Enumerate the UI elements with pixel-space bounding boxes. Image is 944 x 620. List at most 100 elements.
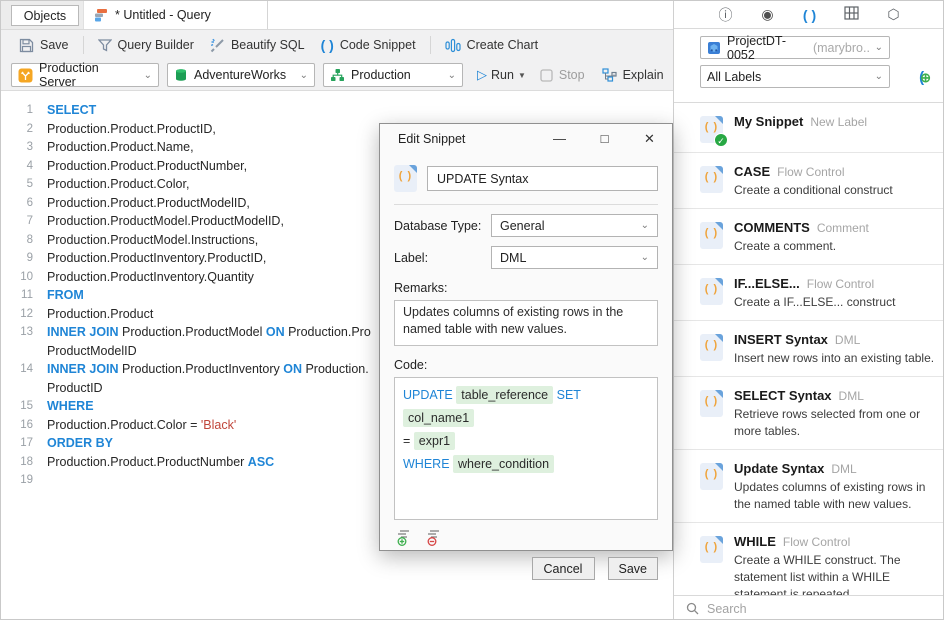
snippet-text: CASEFlow ControlCreate a conditional con… xyxy=(734,164,893,199)
tab-query-active[interactable]: * Untitled - Query xyxy=(83,1,268,29)
sql-text: Production.Product.Color, xyxy=(47,177,189,191)
database-type-select[interactable]: General ⌄ xyxy=(491,214,658,237)
sql-keyword: INNER JOIN xyxy=(47,362,119,376)
save-button[interactable]: Save xyxy=(11,33,77,57)
dialog-title: Edit Snippet xyxy=(398,132,465,146)
server-select[interactable]: Production Server ⌄ xyxy=(11,63,159,87)
snippet-title: WHILEFlow Control xyxy=(734,534,935,549)
toolbar-separator xyxy=(430,36,431,54)
info-icon[interactable]: ⓘ xyxy=(717,5,735,25)
cancel-label: Cancel xyxy=(544,562,583,576)
line-number: 13 xyxy=(1,323,47,342)
remove-placeholder-icon[interactable] xyxy=(426,529,444,546)
snippet-title: IF...ELSE...Flow Control xyxy=(734,276,895,291)
tab-query-label: * Untitled - Query xyxy=(115,8,211,22)
snippet-item[interactable]: ( )IF...ELSE...Flow ControlCreate a IF..… xyxy=(674,265,944,321)
query-builder-button[interactable]: Query Builder xyxy=(90,33,202,57)
code-line: WHERE where_condition xyxy=(403,453,649,476)
remarks-textarea[interactable]: Updates columns of existing rows in the … xyxy=(394,300,658,346)
line-content: ProductID xyxy=(47,379,103,398)
line-number: 19 xyxy=(1,471,47,490)
cancel-button[interactable]: Cancel xyxy=(532,557,595,580)
snippet-label: DML xyxy=(839,389,864,403)
snippet-label: Flow Control xyxy=(783,535,850,549)
line-content: WHERE xyxy=(47,397,94,416)
label-value: DML xyxy=(500,251,526,265)
snippet-item[interactable]: ( )COMMENTSCommentCreate a comment. xyxy=(674,209,944,265)
stop-label: Stop xyxy=(559,68,585,82)
run-dropdown-arrow[interactable]: ▼ xyxy=(518,71,526,80)
tab-objects[interactable]: Objects xyxy=(11,5,79,26)
snippet-name-input[interactable]: UPDATE Syntax xyxy=(427,166,658,191)
sql-text: Production.ProductInventory xyxy=(119,362,284,376)
sql-text: Production. xyxy=(302,362,369,376)
settings-icon[interactable]: ⬡ xyxy=(885,6,903,23)
save-dialog-label: Save xyxy=(619,562,648,576)
main-toolbar: Save Query Builder Beautify SQL ( ) Code… xyxy=(1,30,673,60)
snippet-item[interactable]: ( ) INSERT SyntaxDMLInsert new rows into … xyxy=(674,321,944,377)
search-icon xyxy=(686,602,699,615)
snippet-search[interactable]: Search xyxy=(674,595,944,620)
snippet-description: Create a WHILE construct. The statement … xyxy=(734,552,935,595)
code-editor[interactable]: UPDATE table_reference SET col_name1= ex… xyxy=(394,377,658,520)
labels-select-value: All Labels xyxy=(707,70,761,84)
snippet-item[interactable]: ( ) CASEFlow ControlCreate a conditional … xyxy=(674,153,944,209)
line-content: Production.Product.ProductNumber ASC xyxy=(47,453,274,472)
save-dialog-button[interactable]: Save xyxy=(608,557,659,580)
check-badge-icon: ✓ xyxy=(714,133,728,147)
snippet-name-value: UPDATE Syntax xyxy=(437,172,528,186)
beautify-sql-button[interactable]: Beautify SQL xyxy=(202,33,313,57)
tab-objects-label: Objects xyxy=(24,9,66,23)
code-placeholder: table_reference xyxy=(456,386,553,404)
project-select[interactable]: ProjectDT-0052 (marybro... ⌄ xyxy=(700,36,890,59)
sql-text: Production.Product.ProductNumber xyxy=(47,455,248,469)
sql-text: ProductModelID xyxy=(47,344,137,358)
code-placeholder: col_name1 xyxy=(403,409,474,427)
labels-select[interactable]: All Labels ⌄ xyxy=(700,65,890,88)
grid-icon[interactable] xyxy=(843,6,861,23)
snippet-title: Update SyntaxDML xyxy=(734,461,935,476)
dialog-titlebar[interactable]: Edit Snippet — □ ✕ xyxy=(380,124,672,153)
snippet-doc-icon: ( ) xyxy=(700,334,723,361)
editor-line[interactable]: 1SELECT xyxy=(1,101,673,120)
code-snippet-button[interactable]: ( ) Code Snippet xyxy=(313,33,424,57)
chevron-down-icon: ⌄ xyxy=(875,71,883,82)
create-chart-button[interactable]: Create Chart xyxy=(437,33,547,57)
edit-snippet-dialog: Edit Snippet — □ ✕ ( ) UPDATE Syntax Dat… xyxy=(379,123,673,551)
maximize-icon[interactable]: □ xyxy=(582,131,627,147)
label-label: Label: xyxy=(394,251,491,265)
minimize-icon[interactable]: — xyxy=(537,131,582,147)
new-snippet-button[interactable]: (⊕ xyxy=(919,69,931,86)
eye-icon[interactable]: ◉ xyxy=(759,6,777,23)
snippet-label: DML xyxy=(835,333,860,347)
database-select-value: AdventureWorks xyxy=(194,68,286,82)
snippet-doc-icon: ( ) xyxy=(700,463,723,490)
sql-text: Production.Product.ProductNumber, xyxy=(47,159,247,173)
line-number: 7 xyxy=(1,212,47,231)
line-number xyxy=(1,342,47,361)
snippet-doc-icon: ( ) xyxy=(700,166,723,193)
code-snippet-tab-icon[interactable]: ( ) xyxy=(801,7,819,23)
database-type-value: General xyxy=(500,219,544,233)
project-icon xyxy=(707,41,721,55)
snippet-item[interactable]: ( )✓My SnippetNew Label xyxy=(674,103,944,153)
tab-strip: Objects * Untitled - Query xyxy=(1,1,673,30)
run-button[interactable]: ▷ Run ▼ xyxy=(471,63,532,87)
snippet-text: INSERT SyntaxDMLInsert new rows into an … xyxy=(734,332,934,367)
line-content: Production.ProductInventory.ProductID, xyxy=(47,249,266,268)
close-icon[interactable]: ✕ xyxy=(627,131,672,147)
explain-label: Explain xyxy=(623,68,664,82)
schema-select[interactable]: Production ⌄ xyxy=(323,63,463,87)
database-select[interactable]: AdventureWorks ⌄ xyxy=(167,63,315,87)
add-placeholder-icon[interactable] xyxy=(396,529,414,546)
snippet-item[interactable]: ( )Update SyntaxDMLUpdates columns of ex… xyxy=(674,450,944,523)
explain-button[interactable]: Explain xyxy=(593,63,672,87)
code-placeholder: where_condition xyxy=(453,455,554,473)
line-content: Production.ProductModel.ProductModelID, xyxy=(47,212,284,231)
label-select[interactable]: DML ⌄ xyxy=(491,246,658,269)
snippet-filters: ProjectDT-0052 (marybro... ⌄ All Labels … xyxy=(674,29,944,103)
snippet-item[interactable]: ( )WHILEFlow ControlCreate a WHILE const… xyxy=(674,523,944,595)
snippet-text: IF...ELSE...Flow ControlCreate a IF...EL… xyxy=(734,276,895,311)
snippet-item[interactable]: ( )SELECT SyntaxDMLRetrieve rows selecte… xyxy=(674,377,944,450)
bar-chart-icon xyxy=(445,38,461,53)
